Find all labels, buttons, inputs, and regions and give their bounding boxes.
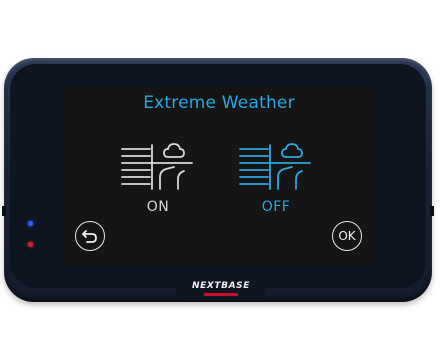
option-off[interactable]: OFF [235, 139, 317, 225]
back-arrow-icon [82, 230, 97, 243]
brand-bar: NEXTBASE [176, 278, 266, 300]
screen-title: Extreme Weather [143, 93, 295, 113]
extreme-weather-icon [121, 143, 193, 190]
option-on[interactable]: ON [117, 139, 199, 225]
side-button-right[interactable] [430, 206, 434, 216]
extreme-weather-icon [239, 143, 311, 190]
ok-button[interactable]: OK [332, 221, 362, 251]
option-on-label: ON [146, 199, 170, 215]
device-screen: Extreme Weather ON OFF OK [63, 87, 375, 265]
brand-logo: NEXTBASE [191, 281, 250, 291]
red-status-light [28, 242, 33, 247]
back-button[interactable] [75, 221, 105, 251]
brand-accent-line [204, 293, 238, 296]
blue-status-light [28, 221, 33, 226]
side-button-left[interactable] [2, 206, 6, 216]
option-off-label: OFF [261, 199, 291, 215]
